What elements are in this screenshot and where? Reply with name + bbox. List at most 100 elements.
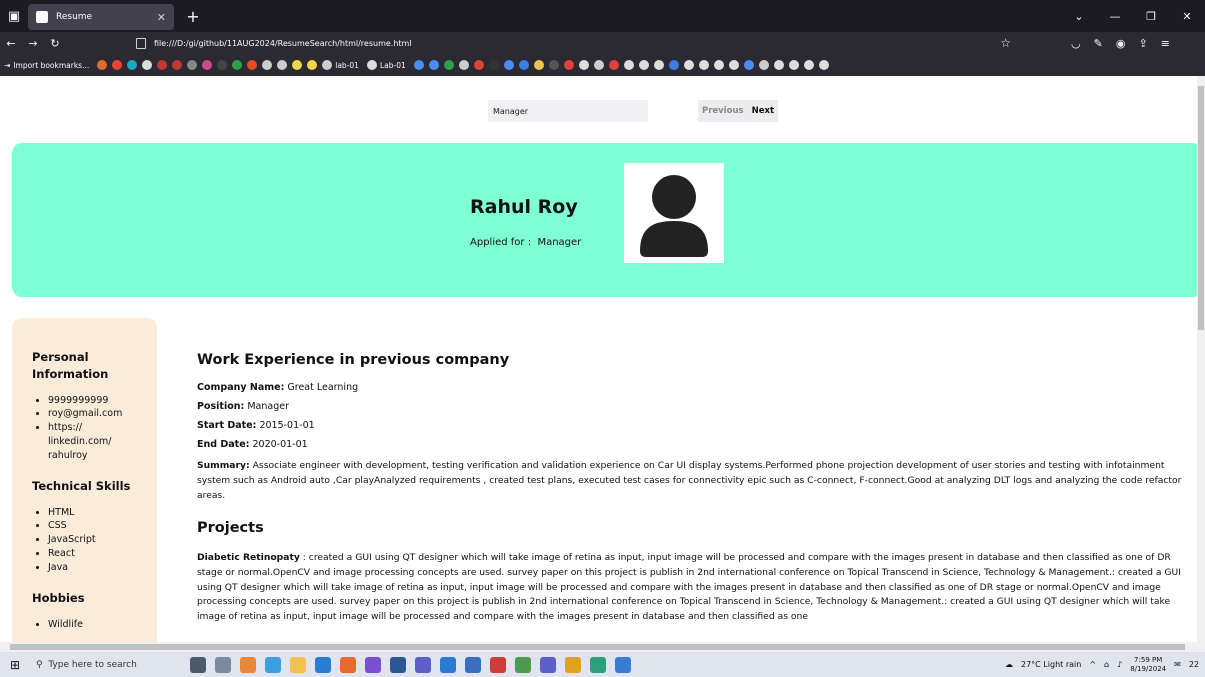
bookmark-icon[interactable]: [187, 60, 198, 70]
bookmark-icon[interactable]: [217, 60, 228, 70]
bookmark-icon[interactable]: [563, 60, 574, 70]
github-icon[interactable]: [773, 60, 784, 70]
bookmark-icon[interactable]: [97, 60, 108, 70]
scroll-thumb[interactable]: [1198, 86, 1204, 330]
globe-icon[interactable]: [758, 60, 769, 70]
bookmark-icon[interactable]: [127, 60, 138, 70]
chrome-icon[interactable]: [565, 656, 581, 673]
bookmark-icon[interactable]: [548, 60, 559, 70]
app-icon[interactable]: [590, 656, 606, 673]
github-icon[interactable]: [818, 60, 829, 70]
app-icon[interactable]: [515, 656, 531, 673]
bookmark-icon[interactable]: [202, 60, 213, 70]
github-icon[interactable]: [803, 60, 814, 70]
bookmark-icon[interactable]: [518, 60, 529, 70]
bookmark-icon[interactable]: [503, 60, 514, 70]
bookmark-icon[interactable]: [443, 60, 454, 70]
globe-icon[interactable]: [322, 60, 333, 70]
close-tab-icon[interactable]: ✕: [157, 11, 166, 24]
taskbar-search[interactable]: ⚲ Type here to search: [30, 652, 160, 677]
tab-list-icon[interactable]: ▣: [0, 0, 28, 32]
bookmark-icon[interactable]: [473, 60, 484, 70]
edge-icon[interactable]: [265, 656, 281, 673]
pocket-icon[interactable]: ◡: [1071, 37, 1081, 50]
clock[interactable]: 7:59 PM 8/19/2024: [1130, 656, 1166, 672]
github-icon[interactable]: [683, 60, 694, 70]
bookmark-icon[interactable]: [743, 60, 754, 70]
bookmark-icon[interactable]: [232, 60, 243, 70]
app-icon[interactable]: [465, 656, 481, 673]
horizontal-scrollbar[interactable]: [0, 642, 1205, 652]
list-all-tabs-icon[interactable]: ⌄: [1061, 10, 1097, 23]
bookmark-icon[interactable]: [112, 60, 123, 70]
tab-resume[interactable]: Resume ✕: [28, 4, 174, 30]
globe-icon[interactable]: [458, 60, 469, 70]
app-icon[interactable]: [540, 656, 556, 673]
app-icon[interactable]: [490, 656, 506, 673]
minimize-icon[interactable]: —: [1097, 10, 1133, 23]
bookmark-star-icon[interactable]: ☆: [1000, 36, 1011, 50]
bookmark-icon[interactable]: [488, 60, 499, 70]
import-bookmarks-link[interactable]: Import bookmarks...: [13, 61, 89, 70]
extensions-icon[interactable]: ⇪: [1138, 37, 1147, 50]
bookmark-icon[interactable]: [172, 60, 183, 70]
github-icon[interactable]: [366, 60, 377, 70]
scroll-thumb[interactable]: [10, 644, 1185, 650]
weather-icon[interactable]: ☁: [1005, 660, 1013, 669]
bookmark-icon[interactable]: [142, 60, 153, 70]
new-tab-icon[interactable]: +: [180, 7, 206, 26]
globe-icon[interactable]: [277, 60, 288, 70]
bookmark-icon[interactable]: [307, 60, 318, 70]
firefox-icon[interactable]: [340, 656, 356, 673]
forward-icon[interactable]: →: [22, 37, 44, 50]
windows-start-icon[interactable]: ⊞: [0, 658, 30, 672]
restore-icon[interactable]: ❐: [1133, 10, 1169, 23]
mail-icon[interactable]: [315, 656, 331, 673]
app-icon[interactable]: [615, 656, 631, 673]
close-window-icon[interactable]: ✕: [1169, 10, 1205, 23]
back-icon[interactable]: ←: [0, 37, 22, 50]
bookmark-icon[interactable]: [668, 60, 679, 70]
github-icon[interactable]: [623, 60, 634, 70]
bookmark-icon[interactable]: [533, 60, 544, 70]
reload-icon[interactable]: ↻: [44, 37, 66, 50]
file-explorer-icon[interactable]: [290, 656, 306, 673]
network-icon[interactable]: ⌂: [1104, 660, 1109, 669]
bookmark-icon[interactable]: [247, 60, 258, 70]
bookmark-icon[interactable]: [578, 60, 589, 70]
vscode-icon[interactable]: [440, 656, 456, 673]
tools-icon[interactable]: ✎: [1094, 37, 1103, 50]
widgets-icon[interactable]: [190, 656, 206, 673]
address-bar[interactable]: file:///D:/gi/github/11AUG2024/ResumeSea…: [136, 33, 1011, 53]
github-icon[interactable]: [788, 60, 799, 70]
globe-icon[interactable]: [593, 60, 604, 70]
bookmark-icon[interactable]: [428, 60, 439, 70]
notifications-icon[interactable]: ✉: [1174, 660, 1181, 669]
account-icon[interactable]: ◉: [1116, 37, 1126, 50]
bookmark-icon[interactable]: [292, 60, 303, 70]
bookmark-icon[interactable]: [608, 60, 619, 70]
volume-icon[interactable]: ♪: [1117, 660, 1122, 669]
globe-icon[interactable]: [262, 60, 273, 70]
vertical-scrollbar[interactable]: [1197, 76, 1205, 642]
task-view-icon[interactable]: [215, 656, 231, 673]
bookmark-icon[interactable]: [413, 60, 424, 70]
bookmark-label[interactable]: Lab-01: [380, 61, 406, 70]
github-icon[interactable]: [638, 60, 649, 70]
weather-text[interactable]: 27°C Light rain: [1021, 660, 1081, 669]
next-button[interactable]: Next: [747, 100, 779, 122]
teams-icon[interactable]: [415, 656, 431, 673]
github-icon[interactable]: [713, 60, 724, 70]
search-input[interactable]: [488, 100, 648, 122]
previous-button[interactable]: Previous: [698, 100, 748, 122]
url-text[interactable]: file:///D:/gi/github/11AUG2024/ResumeSea…: [154, 39, 412, 48]
github-icon[interactable]: [653, 60, 664, 70]
app-icon[interactable]: [390, 656, 406, 673]
app-icon[interactable]: [240, 656, 256, 673]
bookmark-label[interactable]: lab-01: [335, 61, 359, 70]
github-icon[interactable]: [698, 60, 709, 70]
app-icon[interactable]: [365, 656, 381, 673]
bookmark-icon[interactable]: [157, 60, 168, 70]
menu-icon[interactable]: ≡: [1161, 37, 1170, 50]
github-icon[interactable]: [728, 60, 739, 70]
